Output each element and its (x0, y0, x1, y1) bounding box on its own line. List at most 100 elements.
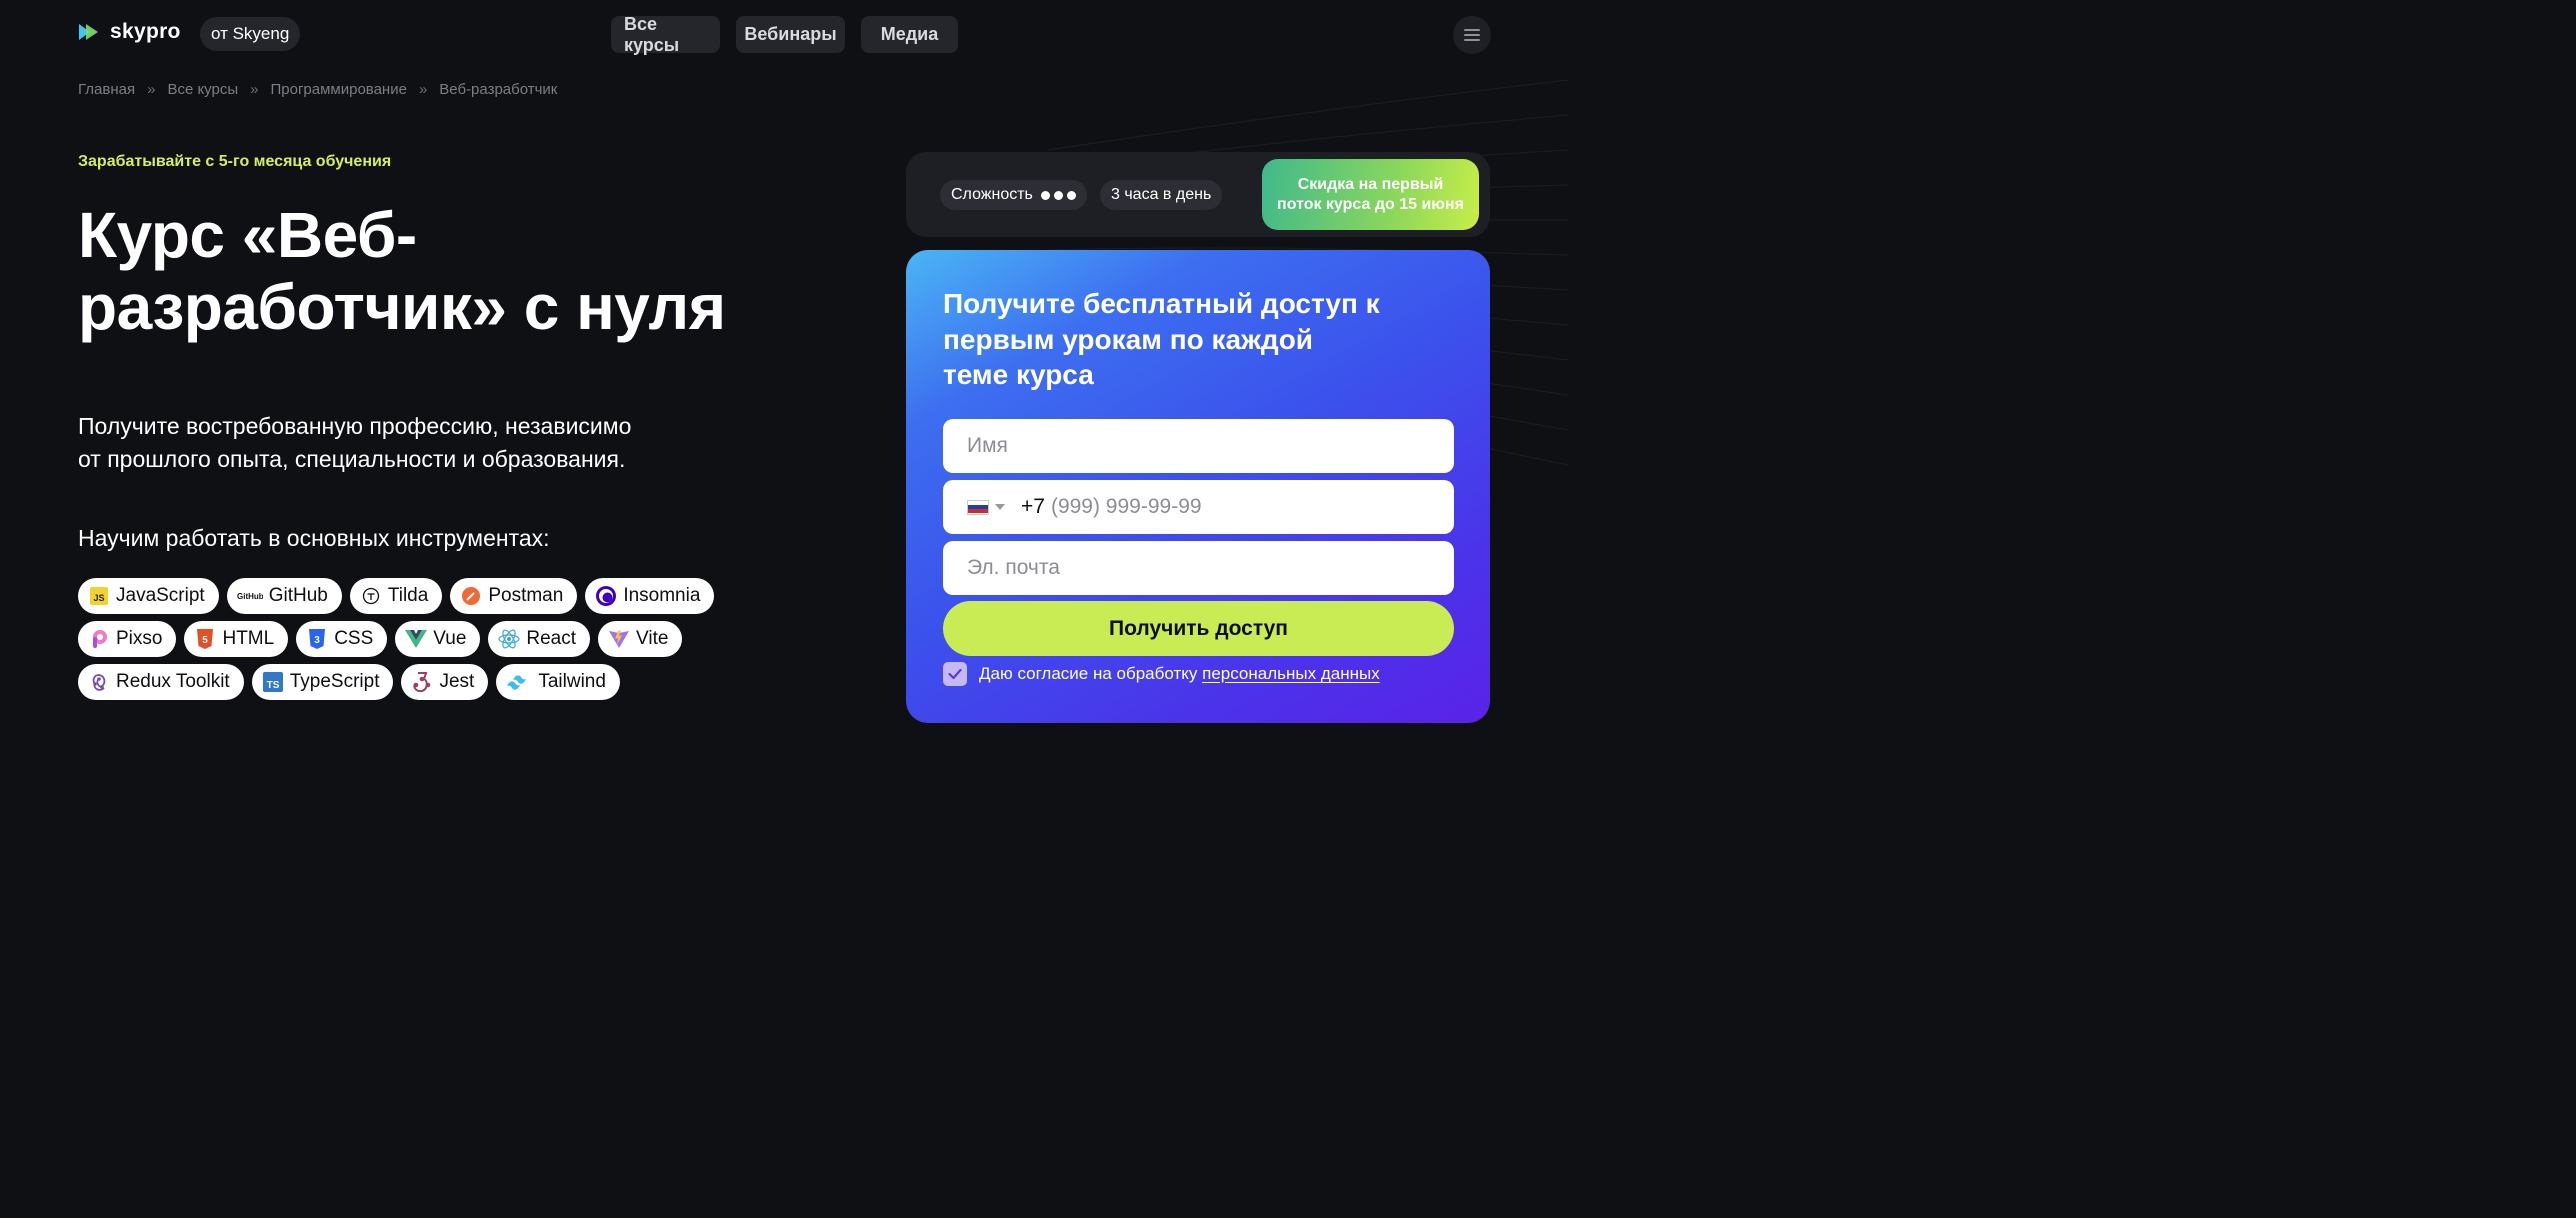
hours-label: 3 часа в день (1111, 186, 1212, 203)
github-icon: GitHub (237, 585, 263, 607)
vue-icon (405, 628, 428, 650)
svg-text:JS: JS (93, 593, 104, 603)
css-icon: 3 (306, 628, 328, 650)
logo[interactable]: skypro (78, 20, 181, 44)
promo-line-2: поток курса до 15 июня (1277, 195, 1464, 213)
subtitle-line-2: от прошлого опыта, специальности и образ… (78, 446, 626, 473)
main-nav: Все курсы Вебинары Медиа (611, 14, 958, 55)
jest-icon (411, 671, 433, 693)
tool-label: HTML (222, 628, 275, 649)
page-title: Курс «Веб- разработчик» с нуля (78, 199, 798, 343)
tilda-icon (360, 585, 382, 607)
svg-text:5: 5 (203, 635, 209, 646)
checkmark-icon (948, 668, 962, 680)
email-input[interactable] (943, 541, 1454, 595)
signup-form-card: Получите бесплатный доступ к первым урок… (906, 250, 1490, 723)
phone-field[interactable]: +7 (943, 480, 1454, 534)
discount-badge[interactable]: Скидка на первый поток курса до 15 июня (1262, 159, 1479, 230)
personal-data-link[interactable]: персональных данных (1202, 664, 1380, 683)
difficulty-dots-icon (1040, 190, 1076, 200)
tool-label: Pixso (116, 628, 163, 649)
html-icon: 5 (194, 628, 216, 650)
breadcrumb-all-courses[interactable]: Все курсы (167, 81, 238, 98)
difficulty-chip: Сложность (940, 180, 1087, 210)
tool-label: Insomnia (623, 585, 701, 606)
breadcrumb-programming[interactable]: Программирование (270, 81, 406, 98)
consent-text: Даю согласие на обработку персональных д… (979, 664, 1380, 683)
form-title: Получите бесплатный доступ к первым урок… (943, 288, 1380, 391)
menu-icon (1464, 29, 1480, 31)
tool-label: Redux Toolkit (116, 671, 230, 692)
tool-pill-tilda: Tilda (349, 578, 443, 614)
tool-label: React (526, 628, 577, 649)
hours-chip: 3 часа в день (1100, 180, 1223, 210)
promo-line-1: Скидка на первый (1297, 175, 1444, 193)
vite-icon (608, 628, 630, 650)
tool-pill-typescript: TS TypeScript (251, 664, 394, 700)
consent-row: Даю согласие на обработку персональных д… (943, 662, 1380, 686)
tool-pill-html: 5 HTML (184, 621, 289, 657)
tools-row: JS JavaScript GitHub GitHub Tilda Postma… (78, 578, 778, 614)
breadcrumb-current: Веб-разработчик (439, 81, 558, 98)
nav-media[interactable]: Медиа (861, 16, 958, 53)
eyebrow-text: Зарабатывайте с 5-го месяца обучения (78, 153, 392, 170)
nav-webinars[interactable]: Вебинары (736, 16, 845, 53)
phone-input[interactable] (1050, 495, 1431, 519)
nav-all-courses[interactable]: Все курсы (611, 14, 720, 55)
pixso-icon (88, 628, 110, 650)
title-line-2: разработчик» с нуля (78, 270, 726, 343)
hero-subtitle: Получите востребованную профессию, незав… (78, 410, 718, 477)
logo-text: skypro (110, 20, 181, 43)
tools-row: Pixso 5 HTML 3 CSS Vue React Vite (78, 621, 778, 657)
redux-icon (88, 671, 110, 693)
javascript-icon: JS (88, 585, 110, 607)
tool-pill-css: 3 CSS (296, 621, 388, 657)
svg-text:3: 3 (314, 635, 320, 646)
russia-flag-icon[interactable] (967, 499, 989, 515)
tailwind-icon (506, 671, 532, 693)
tool-pill-react: React (488, 621, 591, 657)
tool-pill-vite: Vite (598, 621, 683, 657)
tool-pill-insomnia: Insomnia (585, 578, 715, 614)
tool-pill-github: GitHub GitHub (226, 578, 342, 614)
tool-label: GitHub (268, 585, 328, 606)
postman-icon (460, 585, 482, 607)
tool-label: TypeScript (289, 671, 380, 692)
phone-country-code: +7 (1021, 495, 1045, 518)
tool-pill-pixso: Pixso (78, 621, 177, 657)
tool-label: Tailwind (538, 671, 606, 692)
subtitle-line-1: Получите востребованную профессию, незав… (78, 413, 632, 439)
name-input[interactable] (943, 419, 1454, 473)
tools-title: Научим работать в основных инструментах: (78, 525, 550, 551)
tool-label: Postman (488, 585, 564, 606)
tool-pill-postman: Postman (450, 578, 578, 614)
typescript-icon: TS (262, 671, 284, 693)
tool-label: JavaScript (116, 585, 205, 606)
hamburger-menu-button[interactable] (1453, 16, 1491, 54)
tool-label: Vite (636, 628, 669, 649)
chevron-down-icon[interactable] (995, 504, 1005, 510)
skypro-logo-icon (79, 24, 98, 40)
tools-row: Redux Toolkit TS TypeScript Jest Tailwin… (78, 664, 778, 700)
breadcrumb: Главная » Все курсы » Программирование »… (78, 81, 557, 98)
breadcrumb-separator: » (250, 81, 259, 98)
tools-list: JS JavaScript GitHub GitHub Tilda Postma… (78, 578, 778, 707)
logo-badge: от Skyeng (200, 17, 301, 51)
tool-label: Jest (439, 671, 475, 692)
tool-label: Vue (433, 628, 467, 649)
svg-text:GitHub: GitHub (237, 592, 263, 601)
breadcrumb-separator: » (418, 81, 428, 98)
title-line-1: Курс «Веб- (78, 199, 417, 271)
tool-pill-vue: Vue (395, 621, 481, 657)
tool-pill-jest: Jest (401, 664, 489, 700)
breadcrumb-home[interactable]: Главная (78, 81, 135, 98)
get-access-button[interactable]: Получить доступ (943, 601, 1454, 656)
react-icon (498, 628, 520, 650)
tool-label: Tilda (387, 585, 429, 606)
breadcrumb-separator: » (147, 81, 156, 98)
consent-checkbox[interactable] (943, 662, 967, 686)
tool-pill-javascript: JS JavaScript (78, 578, 219, 614)
svg-text:TS: TS (266, 680, 279, 691)
tool-pill-redux-toolkit: Redux Toolkit (78, 664, 244, 700)
insomnia-icon (595, 585, 617, 607)
